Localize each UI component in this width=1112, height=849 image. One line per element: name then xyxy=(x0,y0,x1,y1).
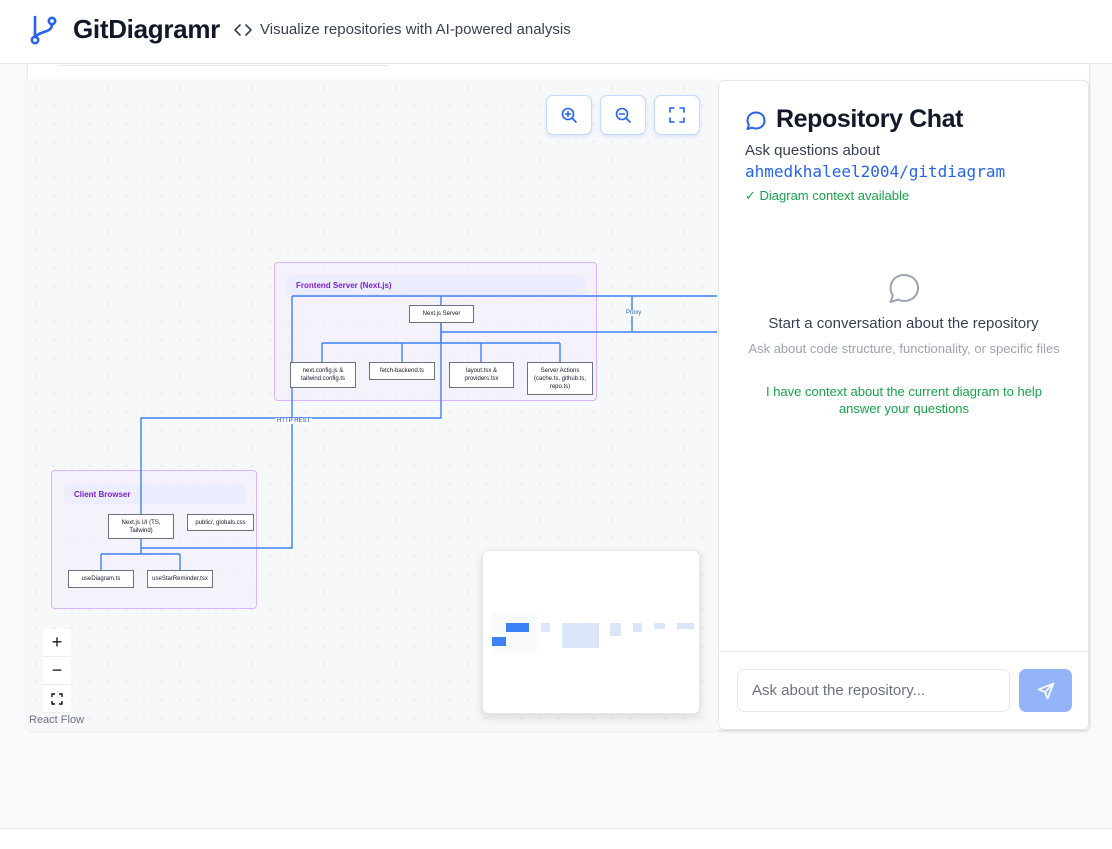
git-branch-icon xyxy=(30,15,57,45)
app-title: GitDiagramr xyxy=(73,14,220,44)
flow-minimap[interactable] xyxy=(482,550,700,714)
empty-state-title: Start a conversation about the repositor… xyxy=(768,315,1039,332)
node-nextjs-ui[interactable]: Next.js UI (TS, Tailwind) xyxy=(108,514,174,539)
node-layout-providers[interactable]: layout.tsx & providers.tsx xyxy=(449,362,514,388)
card-divider xyxy=(58,64,388,66)
react-flow-attribution[interactable]: React Flow xyxy=(29,714,84,726)
group-title-client: Client Browser xyxy=(64,484,246,504)
minimap-nodes xyxy=(492,613,694,653)
repo-name: ahmedkhaleel2004/gitdiagram xyxy=(745,162,1006,181)
app-tagline: Visualize repositories with AI-powered a… xyxy=(260,21,571,38)
edge-label-proxy: Proxy xyxy=(624,310,644,316)
flow-zoom-out-control[interactable]: − xyxy=(43,657,71,685)
node-public-globals[interactable]: public/, globals.css xyxy=(187,514,254,531)
message-circle-icon xyxy=(746,111,766,130)
node-nextjs-server[interactable]: Next.js Server xyxy=(409,305,474,323)
fullscreen-icon xyxy=(669,107,685,123)
context-status: ✓ Diagram context available xyxy=(745,188,910,203)
zoom-in-button[interactable] xyxy=(546,95,592,135)
fit-view-button[interactable] xyxy=(654,95,700,135)
flow-fit-view-control[interactable] xyxy=(43,685,71,713)
fit-view-icon xyxy=(51,692,63,705)
node-fetch-backend[interactable]: fetch-backend.ts xyxy=(369,362,435,380)
flow-zoom-in-control[interactable]: + xyxy=(43,629,71,657)
edge-label-http-rest: HTTP REST xyxy=(275,418,313,424)
send-icon xyxy=(1037,682,1054,699)
page-footer xyxy=(0,829,1112,849)
chat-subtitle: Ask questions about xyxy=(745,142,881,159)
node-use-star-reminder[interactable]: useStarReminder.tsx xyxy=(147,570,213,588)
chat-input[interactable] xyxy=(737,669,1010,712)
chat-divider xyxy=(719,651,1088,652)
node-server-actions[interactable]: Server Actions (cache.ts, github.ts, rep… xyxy=(527,362,593,395)
app-header: GitDiagramr Visualize repositories with … xyxy=(0,0,1112,64)
send-button[interactable] xyxy=(1019,669,1072,712)
chat-title: Repository Chat xyxy=(776,105,964,133)
zoom-out-icon xyxy=(615,107,631,123)
empty-state-subtitle: Ask about code structure, functionality,… xyxy=(748,341,1060,356)
message-circle-empty-icon xyxy=(889,274,919,303)
empty-state-context: I have context about the current diagram… xyxy=(765,384,1043,416)
code-icon xyxy=(234,24,252,36)
node-next-config[interactable]: next.config.js & tailwind.config.ts xyxy=(290,362,356,388)
zoom-out-button[interactable] xyxy=(600,95,646,135)
group-title-frontend: Frontend Server (Next.js) xyxy=(286,275,586,295)
node-use-diagram[interactable]: useDiagram.ts xyxy=(68,570,134,588)
zoom-in-icon xyxy=(561,107,577,123)
